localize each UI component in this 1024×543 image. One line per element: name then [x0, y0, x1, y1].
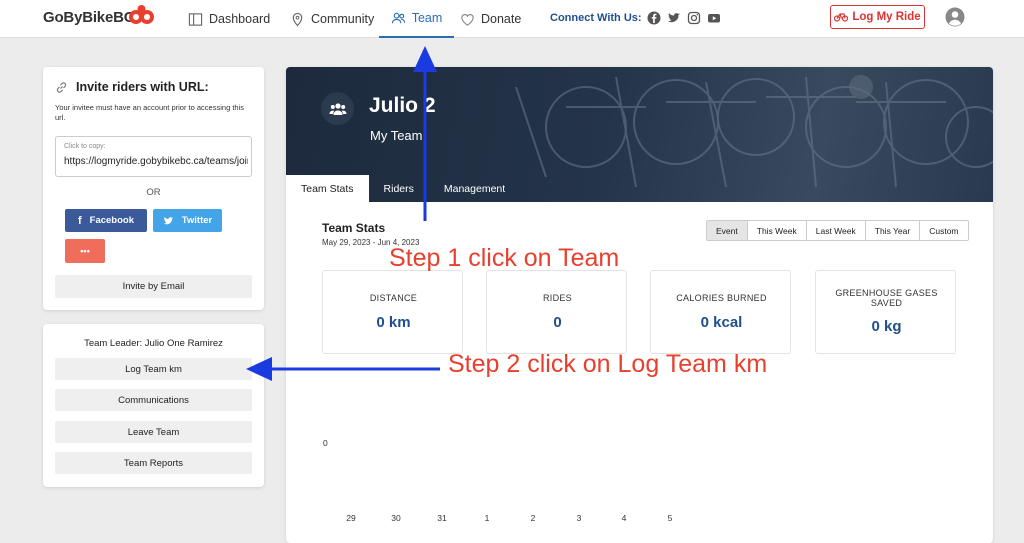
- stat-card-distance: DISTANCE 0 km: [322, 270, 463, 354]
- period-last-week[interactable]: Last Week: [805, 221, 865, 240]
- team-reports-button[interactable]: Team Reports: [55, 452, 252, 474]
- stat-value: 0 km: [376, 314, 411, 331]
- chart-x-tick: 5: [667, 513, 673, 523]
- stat-label: GREENHOUSE GASES SAVED: [835, 288, 938, 308]
- nav-community-label: Community: [311, 12, 375, 26]
- instagram-icon[interactable]: [687, 11, 701, 25]
- youtube-icon[interactable]: [707, 11, 721, 25]
- brand-logo-text[interactable]: GoByBikeBC: [43, 9, 135, 26]
- twitter-icon[interactable]: [667, 11, 681, 25]
- period-selector: Event This Week Last Week This Year Cust…: [706, 220, 969, 241]
- user-avatar-icon[interactable]: [945, 7, 965, 27]
- heart-icon: [461, 13, 474, 26]
- chart-x-tick: 1: [484, 513, 490, 523]
- nav-team[interactable]: Team: [379, 0, 454, 38]
- period-this-week[interactable]: This Week: [746, 221, 806, 240]
- or-divider: OR: [146, 187, 161, 198]
- team-main-panel: Julio 2 My Team Team Stats Riders Manage…: [286, 67, 993, 543]
- chart-x-tick: 30: [391, 513, 401, 523]
- team-banner: Julio 2 My Team Team Stats Riders Manage…: [286, 67, 993, 202]
- communications-button[interactable]: Communications: [55, 389, 252, 411]
- team-subtitle: My Team: [370, 128, 423, 143]
- chart-x-tick: 29: [346, 513, 356, 523]
- log-my-ride-button[interactable]: Log My Ride: [830, 5, 925, 29]
- facebook-label: Facebook: [89, 215, 135, 226]
- stats-title: Team Stats: [322, 221, 386, 235]
- step-2-annotation: Step 2 click on Log Team km: [448, 350, 768, 378]
- dashboard-icon: [188, 12, 203, 26]
- nav-donate[interactable]: Donate: [460, 0, 521, 38]
- invite-url-field[interactable]: Click to copy: https://logmyride.gobybik…: [55, 136, 252, 177]
- step-1-annotation: Step 1 click on Team: [389, 244, 620, 272]
- team-icon: [391, 12, 405, 23]
- stat-card-rides: RIDES 0: [486, 270, 627, 354]
- invite-card: Invite riders with URL: Your invitee mus…: [43, 67, 264, 310]
- stat-label: CALORIES BURNED: [676, 293, 767, 303]
- invite-title: Invite riders with URL:: [76, 80, 209, 94]
- chart-x-tick: 31: [437, 513, 447, 523]
- invite-by-email-button[interactable]: Invite by Email: [55, 275, 252, 298]
- top-nav: GoByBikeBC Dashboard Community Team Dona…: [0, 0, 1024, 38]
- nav-team-label: Team: [411, 11, 443, 25]
- team-leader-card: Team Leader: Julio One Ramirez Log Team …: [43, 324, 264, 487]
- invite-url-value: https://logmyride.gobybikebc.ca/teams/jo…: [64, 156, 248, 167]
- period-custom[interactable]: Custom: [919, 221, 967, 240]
- stat-value: 0: [553, 314, 562, 331]
- nav-dashboard[interactable]: Dashboard: [188, 0, 270, 38]
- bike-logo-icon: [129, 5, 154, 24]
- tab-team-stats[interactable]: Team Stats: [286, 175, 369, 202]
- share-twitter-button[interactable]: Twitter: [153, 209, 222, 232]
- leave-team-button[interactable]: Leave Team: [55, 421, 252, 443]
- nav-community[interactable]: Community: [290, 0, 374, 38]
- stat-value: 0 kcal: [700, 314, 743, 331]
- twitter-bird-icon: [163, 216, 173, 224]
- stat-card-ghg: GREENHOUSE GASES SAVED 0 kg: [815, 270, 956, 354]
- facebook-f-icon: f: [77, 214, 82, 227]
- period-this-year[interactable]: This Year: [864, 221, 919, 240]
- bike-icon: [834, 13, 849, 22]
- chart-x-tick: 2: [530, 513, 536, 523]
- map-pin-icon: [292, 12, 303, 26]
- twitter-label: Twitter: [181, 215, 213, 226]
- chart-x-tick: 3: [576, 513, 582, 523]
- connect-label: Connect With Us:: [550, 12, 642, 24]
- chart-x-tick: 4: [621, 513, 627, 523]
- facebook-icon[interactable]: [647, 11, 661, 25]
- share-facebook-button[interactable]: f Facebook: [65, 209, 147, 232]
- team-name: Julio 2: [369, 94, 436, 117]
- team-leader-title: Team Leader: Julio One Ramirez: [84, 338, 223, 349]
- team-avatar-icon: [321, 92, 354, 125]
- team-tabs: Team Stats Riders Management: [286, 175, 520, 202]
- invite-note: Your invitee must have an account prior …: [55, 103, 244, 122]
- stat-value: 0 kg: [871, 318, 902, 335]
- link-icon: [56, 81, 67, 93]
- stat-label: DISTANCE: [369, 293, 418, 303]
- tab-management[interactable]: Management: [429, 175, 520, 202]
- share-more-button[interactable]: •••: [65, 239, 105, 263]
- tab-riders[interactable]: Riders: [369, 175, 429, 202]
- stat-label: RIDES: [542, 293, 572, 303]
- invite-heading: Invite riders with URL:: [55, 80, 209, 94]
- nav-dashboard-label: Dashboard: [209, 12, 271, 26]
- copy-hint: Click to copy:: [64, 143, 106, 150]
- nav-donate-label: Donate: [481, 12, 522, 26]
- log-my-ride-label: Log My Ride: [852, 11, 921, 23]
- chart-y-tick: 0: [323, 438, 328, 448]
- stat-card-calories: CALORIES BURNED 0 kcal: [650, 270, 791, 354]
- period-event[interactable]: Event: [707, 221, 747, 240]
- log-team-km-button[interactable]: Log Team km: [55, 358, 252, 380]
